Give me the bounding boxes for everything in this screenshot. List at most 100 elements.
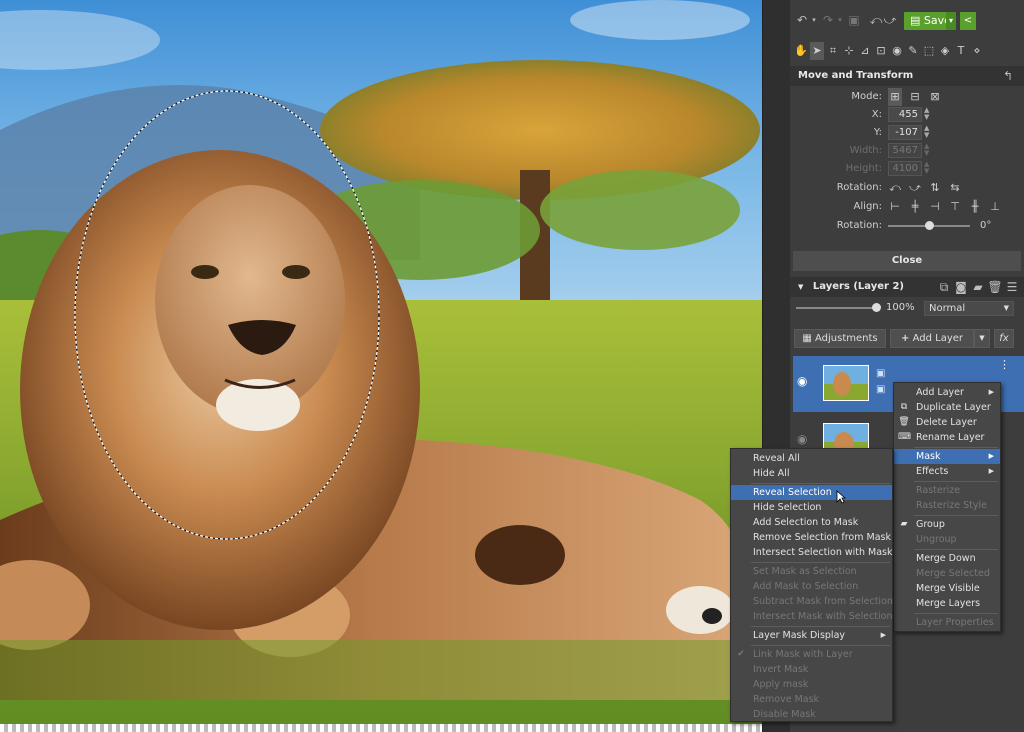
menu-item-merge-visible[interactable]: Merge Visible — [894, 581, 1000, 596]
menu-item-link-mask-with-layer[interactable]: ✔ Link Mask with Layer — [731, 647, 892, 662]
blend-mode-select[interactable]: Normal ▼ — [924, 301, 1014, 316]
add-layer-button[interactable]: + Add Layer — [890, 329, 974, 348]
layer-mask-icon[interactable]: ◙ — [953, 277, 969, 297]
layer-options-icon[interactable]: ⋮ — [999, 358, 1010, 371]
menu-item-merge-down[interactable]: Merge Down — [894, 551, 1000, 566]
menu-item-effects[interactable]: Effects ▶ — [894, 464, 1000, 479]
move-transform-header: Move and Transform — [790, 66, 1024, 86]
reset-icon[interactable]: ↰ — [1000, 66, 1016, 86]
eye-tool-icon[interactable]: ◉ — [890, 42, 904, 60]
align-top-icon[interactable]: ⊤ — [948, 198, 962, 216]
close-button[interactable]: Close — [793, 251, 1021, 271]
menu-item-add-layer[interactable]: Add Layer ▶ — [894, 385, 1000, 400]
flip-horizontal-icon[interactable]: ⇆ — [948, 179, 962, 197]
menu-item-merge-selected[interactable]: Merge Selected — [894, 566, 1000, 581]
height-spinner-icon[interactable]: ▲ ▼ — [924, 161, 929, 175]
mode-free-icon[interactable]: ⊠ — [928, 88, 942, 106]
menu-item-reveal-selection[interactable]: Reveal Selection — [731, 485, 892, 500]
checkmark-icon: ✔ — [737, 649, 745, 659]
shape-tool-icon[interactable]: ◈ — [938, 42, 952, 60]
y-spinner-icon[interactable]: ▲ ▼ — [924, 125, 929, 139]
rotate-ccw-icon[interactable]: ⤺ — [888, 179, 902, 197]
height-input[interactable]: 4100 — [888, 161, 922, 176]
visibility-eye-icon[interactable]: ◉ — [797, 374, 807, 388]
menu-item-add-selection-to-mask[interactable]: Add Selection to Mask — [731, 515, 892, 530]
menu-item-ungroup[interactable]: Ungroup — [894, 532, 1000, 547]
opacity-slider[interactable] — [796, 307, 876, 309]
y-input[interactable]: -107 — [888, 125, 922, 140]
menu-item-set-mask-as-selection[interactable]: Set Mask as Selection — [731, 564, 892, 579]
text-tool-icon[interactable]: T — [954, 42, 968, 60]
mode-transform-icon[interactable]: ⊟ — [908, 88, 922, 106]
close-label: Close — [891, 255, 923, 266]
menu-item-hide-selection[interactable]: Hide Selection — [731, 500, 892, 515]
folder-icon[interactable]: ▰ — [970, 277, 986, 297]
menu-item-rename-layer[interactable]: ⌨ Rename Layer — [894, 430, 1000, 445]
menu-item-mask[interactable]: Mask ▶ — [894, 449, 1000, 464]
selection-tool-icon[interactable]: ⬚ — [922, 42, 936, 60]
move-tool-icon[interactable]: ➤ — [810, 42, 824, 60]
layer-2-thumbnail — [823, 365, 869, 401]
menu-item-layer-properties[interactable]: Layer Properties — [894, 615, 1000, 630]
menu-item-disable-mask[interactable]: Disable Mask — [731, 707, 892, 722]
menu-item-intersect-mask-with-selection[interactable]: Intersect Mask with Selection — [731, 609, 893, 624]
image-canvas[interactable] — [0, 0, 762, 732]
text-frame-tool-icon[interactable]: ⊡ — [874, 42, 888, 60]
mode-move-icon[interactable]: ⊞ — [888, 88, 902, 106]
align-left-icon[interactable]: ⊢ — [888, 198, 902, 216]
align-middle-icon[interactable]: ╫ — [968, 198, 982, 216]
mask-link-icon[interactable]: ▣ — [876, 384, 885, 395]
layers-menu-icon[interactable]: ☰ — [1004, 277, 1020, 297]
layers-collapse-icon[interactable]: ▼ — [798, 283, 803, 291]
perspective-tool-icon[interactable]: ⊹ — [842, 42, 856, 60]
duplicate-layer-icon[interactable]: ⧉ — [936, 277, 952, 297]
image-icon[interactable]: ▣ — [846, 10, 862, 30]
menu-item-rasterize-style[interactable]: Rasterize Style — [894, 498, 1000, 513]
align-bottom-icon[interactable]: ⊥ — [988, 198, 1002, 216]
rotate-right-icon[interactable]: ⤻ — [882, 10, 898, 30]
x-input[interactable]: 455 — [888, 107, 922, 122]
menu-item-apply-mask[interactable]: Apply mask — [731, 677, 892, 692]
rotate-cw-icon[interactable]: ⤻ — [908, 179, 922, 197]
menu-item-hide-all[interactable]: Hide All — [731, 466, 892, 481]
fx-button[interactable]: fx — [994, 329, 1014, 348]
add-layer-dropdown-icon[interactable]: ▼ — [974, 329, 990, 348]
x-spinner-icon[interactable]: ▲ ▼ — [924, 107, 929, 121]
menu-item-rasterize[interactable]: Rasterize — [894, 483, 1000, 498]
save-icon: ▤ — [910, 14, 921, 27]
straighten-tool-icon[interactable]: ⊿ — [858, 42, 872, 60]
plus-icon: + — [901, 333, 910, 344]
menu-item-reveal-all[interactable]: Reveal All — [731, 451, 892, 466]
menu-item-delete-layer[interactable]: 🗑 Delete Layer — [894, 415, 1000, 430]
flip-vertical-icon[interactable]: ⇅ — [928, 179, 942, 197]
menu-item-remove-selection-from-mask[interactable]: Remove Selection from Mask — [731, 530, 892, 545]
menu-item-invert-mask[interactable]: Invert Mask — [731, 662, 892, 677]
visibility-eye-icon[interactable]: ◉ — [797, 432, 807, 446]
align-center-icon[interactable]: ╪ — [908, 198, 922, 216]
opacity-slider-knob[interactable] — [872, 303, 881, 312]
layer-mask-thumbnail-icon[interactable]: ▣ — [876, 368, 885, 379]
crop-tool-icon[interactable]: ⌗ — [826, 42, 840, 60]
adjustments-button[interactable]: ▦ Adjustments — [794, 329, 886, 348]
trash-icon[interactable]: 🗑 — [987, 277, 1003, 297]
layer-context-menu: Add Layer ▶ ⧉ Duplicate Layer 🗑 Delete Laye… — [893, 382, 1001, 632]
menu-item-remove-mask[interactable]: Remove Mask — [731, 692, 892, 707]
brush-tool-icon[interactable]: ✎ — [906, 42, 920, 60]
menu-item-subtract-mask-from-selection[interactable]: Subtract Mask from Selection — [731, 594, 893, 609]
rotation-slider-knob[interactable] — [925, 221, 934, 230]
menu-item-duplicate-layer[interactable]: ⧉ Duplicate Layer — [894, 400, 1000, 415]
menu-item-add-mask-to-selection[interactable]: Add Mask to Selection — [731, 579, 892, 594]
menu-item-merge-layers[interactable]: Merge Layers — [894, 596, 1000, 611]
hand-tool-icon[interactable]: ✋ — [794, 42, 808, 60]
align-right-icon[interactable]: ⊣ — [928, 198, 942, 216]
width-spinner-icon[interactable]: ▲ ▼ — [924, 143, 929, 157]
more-tools-icon[interactable]: ⋄ — [970, 42, 984, 60]
menu-item-intersect-selection-with-mask[interactable]: Intersect Selection with Mask — [731, 545, 893, 560]
menu-item-layer-mask-display[interactable]: Layer Mask Display ▶ — [731, 628, 892, 643]
share-icon[interactable]: < — [960, 12, 976, 30]
save-dropdown-icon[interactable]: ▾ — [946, 12, 956, 30]
width-input[interactable]: 5467 — [888, 143, 922, 158]
menu-item-group[interactable]: ▰ Group — [894, 517, 1000, 532]
duplicate-icon: ⧉ — [900, 402, 908, 412]
opacity-row: 100% Normal ▼ — [790, 299, 1024, 317]
